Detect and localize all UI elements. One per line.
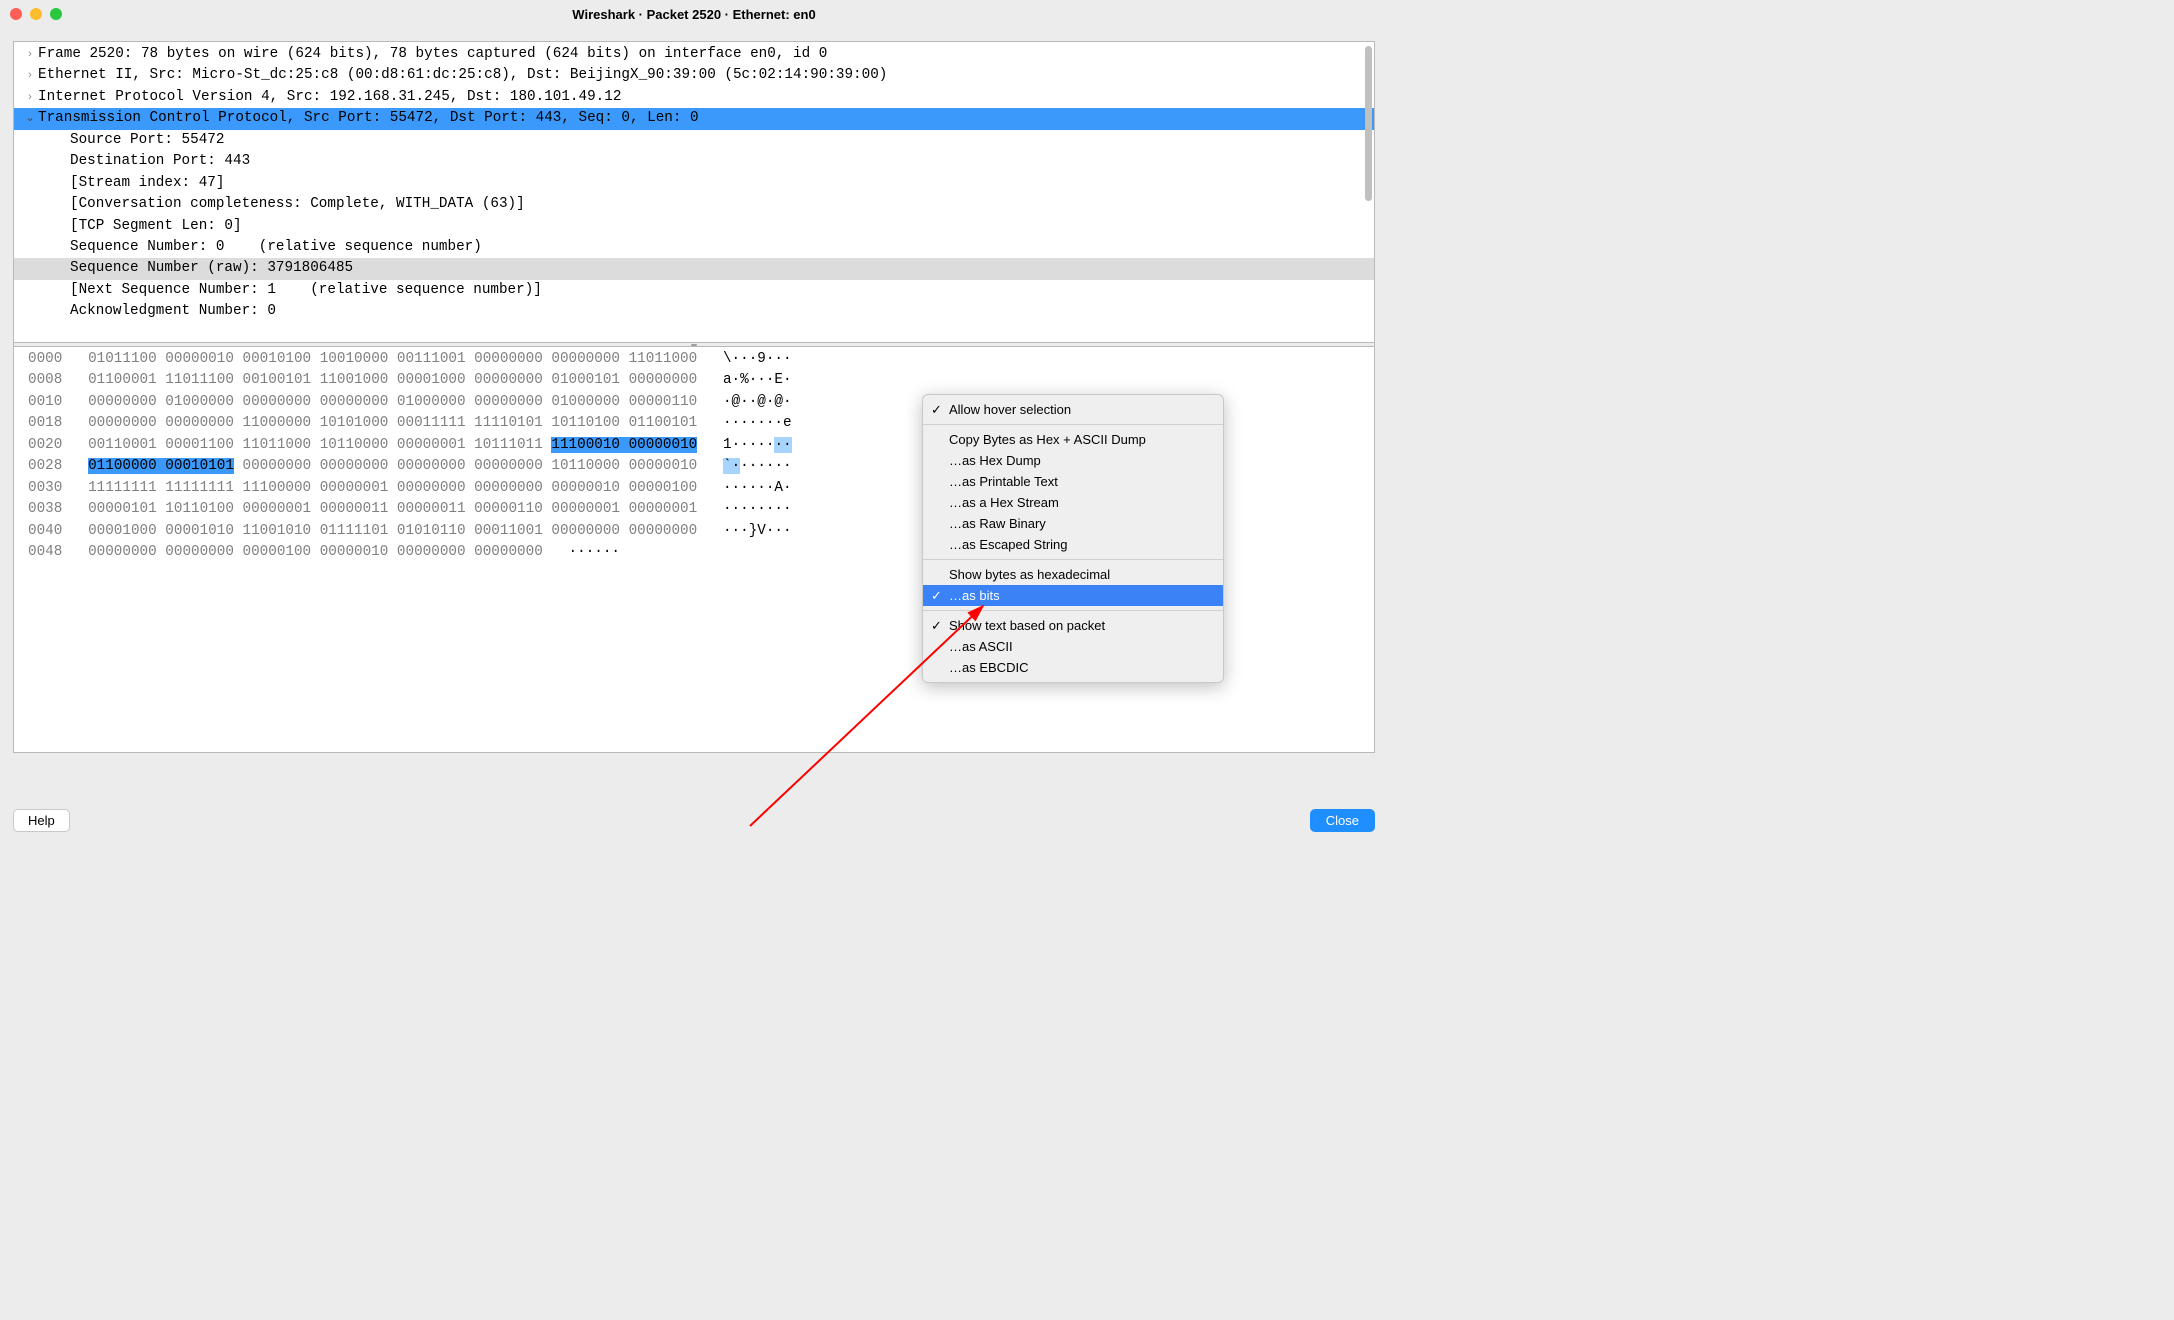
protocol-tree[interactable]: ›Frame 2520: 78 bytes on wire (624 bits)… bbox=[14, 42, 1374, 325]
menu-item[interactable]: …as bits bbox=[923, 585, 1223, 606]
splitter-grip-icon bbox=[691, 344, 697, 346]
tree-item-seglen[interactable]: [TCP Segment Len: 0] bbox=[14, 216, 1374, 237]
scrollbar[interactable] bbox=[1365, 46, 1372, 201]
tree-item-dstport[interactable]: Destination Port: 443 bbox=[14, 151, 1374, 172]
tree-item-seqnum[interactable]: Sequence Number: 0 (relative sequence nu… bbox=[14, 237, 1374, 258]
tree-item-conversation[interactable]: [Conversation completeness: Complete, WI… bbox=[14, 194, 1374, 215]
menu-item[interactable]: …as ASCII bbox=[923, 636, 1223, 657]
tree-item-srcport[interactable]: Source Port: 55472 bbox=[14, 130, 1374, 151]
close-window-icon[interactable] bbox=[10, 8, 22, 20]
chevron-right-icon[interactable]: › bbox=[22, 89, 38, 106]
tree-item-acknum[interactable]: Acknowledgment Number: 0 bbox=[14, 301, 1374, 322]
chevron-right-icon[interactable]: › bbox=[22, 67, 38, 84]
menu-item[interactable]: Allow hover selection bbox=[923, 399, 1223, 420]
tree-item-nextseq[interactable]: [Next Sequence Number: 1 (relative seque… bbox=[14, 280, 1374, 301]
tree-item-seqraw[interactable]: Sequence Number (raw): 3791806485 bbox=[14, 258, 1374, 279]
window-title: Wireshark · Packet 2520 · Ethernet: en0 bbox=[10, 7, 1378, 22]
tree-item-frame[interactable]: ›Frame 2520: 78 bytes on wire (624 bits)… bbox=[14, 44, 1374, 65]
maximize-window-icon[interactable] bbox=[50, 8, 62, 20]
tree-item-stream[interactable]: [Stream index: 47] bbox=[14, 173, 1374, 194]
menu-item[interactable]: …as Hex Dump bbox=[923, 450, 1223, 471]
chevron-down-icon[interactable]: ⌄ bbox=[22, 110, 38, 127]
tree-item-ip[interactable]: ›Internet Protocol Version 4, Src: 192.1… bbox=[14, 87, 1374, 108]
hex-row[interactable]: 0008 01100001 11011100 00100101 11001000… bbox=[28, 370, 1374, 391]
packet-details-pane[interactable]: ›Frame 2520: 78 bytes on wire (624 bits)… bbox=[14, 42, 1374, 342]
titlebar: Wireshark · Packet 2520 · Ethernet: en0 bbox=[0, 0, 1388, 28]
window-controls bbox=[10, 8, 62, 20]
context-menu[interactable]: Allow hover selection Copy Bytes as Hex +… bbox=[922, 394, 1224, 683]
menu-item[interactable]: …as Raw Binary bbox=[923, 513, 1223, 534]
menu-item[interactable]: …as EBCDIC bbox=[923, 657, 1223, 678]
menu-item[interactable]: Copy Bytes as Hex + ASCII Dump bbox=[923, 429, 1223, 450]
hex-row[interactable]: 0000 01011100 00000010 00010100 10010000… bbox=[28, 349, 1374, 370]
chevron-right-icon[interactable]: › bbox=[22, 46, 38, 63]
menu-separator bbox=[923, 559, 1223, 560]
help-button[interactable]: Help bbox=[13, 809, 70, 832]
menu-item[interactable]: …as a Hex Stream bbox=[923, 492, 1223, 513]
footer: Help Close bbox=[13, 809, 1375, 832]
tree-item-ethernet[interactable]: ›Ethernet II, Src: Micro-St_dc:25:c8 (00… bbox=[14, 65, 1374, 86]
menu-item[interactable]: Show bytes as hexadecimal bbox=[923, 564, 1223, 585]
menu-separator bbox=[923, 424, 1223, 425]
menu-item[interactable]: …as Printable Text bbox=[923, 471, 1223, 492]
close-button[interactable]: Close bbox=[1310, 809, 1375, 832]
menu-separator bbox=[923, 610, 1223, 611]
tree-item-tcp[interactable]: ⌄Transmission Control Protocol, Src Port… bbox=[14, 108, 1374, 129]
menu-item[interactable]: Show text based on packet bbox=[923, 615, 1223, 636]
minimize-window-icon[interactable] bbox=[30, 8, 42, 20]
menu-item[interactable]: …as Escaped String bbox=[923, 534, 1223, 555]
